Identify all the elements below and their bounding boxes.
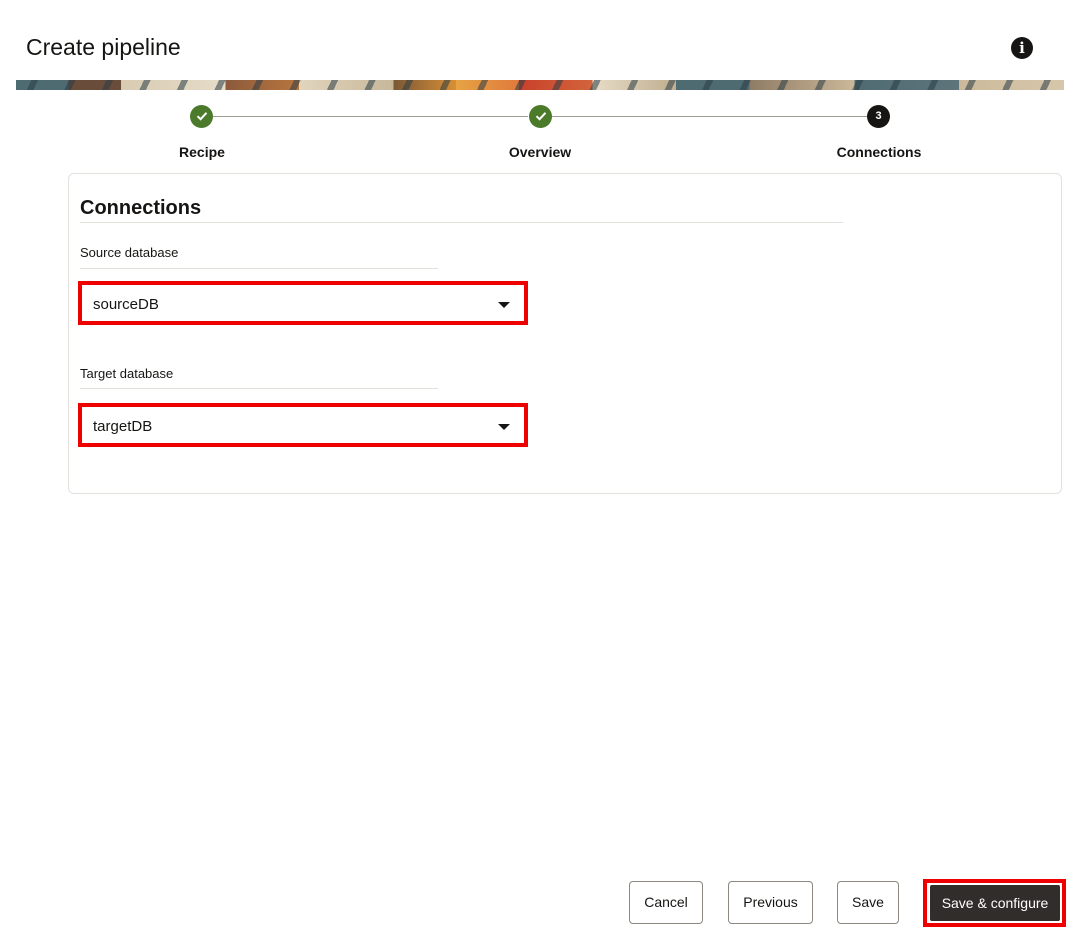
target-database-value: targetDB — [93, 418, 153, 435]
caret-down-icon — [498, 424, 510, 430]
target-label-divider — [80, 388, 438, 389]
previous-button[interactable]: Previous — [728, 881, 813, 924]
stepper-connector-2 — [552, 116, 867, 117]
target-database-label: Target database — [80, 366, 174, 381]
check-icon — [196, 112, 207, 121]
save-button[interactable]: Save — [837, 881, 899, 924]
header-banner — [16, 80, 1064, 90]
step-overview[interactable] — [529, 105, 552, 128]
check-icon — [535, 112, 546, 121]
step-label-overview: Overview — [508, 144, 572, 160]
source-label-divider — [80, 268, 438, 269]
step-label-connections: Connections — [836, 144, 922, 160]
dialog-title: Create pipeline — [26, 34, 181, 60]
stepper-connector-1 — [213, 116, 528, 117]
save-configure-button[interactable]: Save & configure — [930, 885, 1060, 921]
step-label-recipe: Recipe — [179, 144, 225, 160]
target-database-select[interactable]: targetDB — [78, 403, 528, 447]
step-connections[interactable]: 3 — [867, 105, 890, 128]
cancel-button[interactable]: Cancel — [629, 881, 703, 924]
source-database-value: sourceDB — [93, 296, 159, 313]
source-database-label: Source database — [80, 245, 179, 260]
save-configure-highlight: Save & configure — [923, 879, 1066, 927]
section-divider — [80, 222, 843, 223]
source-database-select[interactable]: sourceDB — [78, 281, 528, 325]
section-title: Connections — [80, 197, 202, 219]
caret-down-icon — [498, 302, 510, 308]
info-icon[interactable]: i — [1011, 37, 1033, 59]
step-recipe[interactable] — [190, 105, 213, 128]
